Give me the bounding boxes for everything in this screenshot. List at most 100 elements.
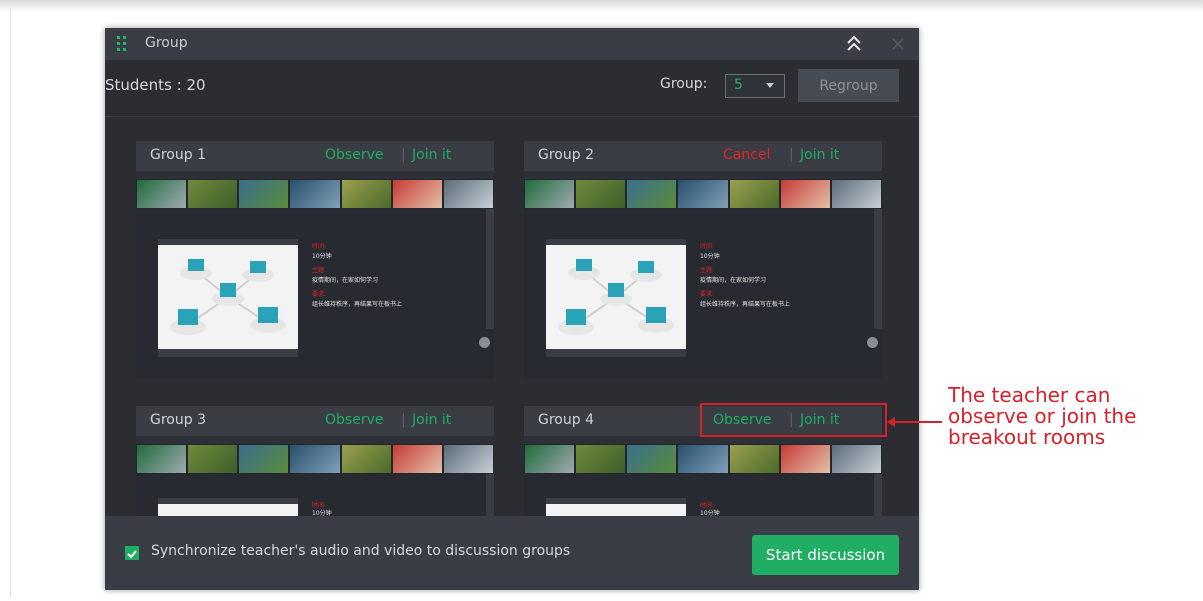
annotation-arrow-line (890, 421, 942, 423)
room-preview: 时间: 10分钟 (524, 474, 882, 517)
room-preview: 时间: 10分钟 主题: 疫情期间，在家如何学习 要求: 组长维持秩序，再结果写在板书上 (136, 209, 494, 379)
participant-thumbnail (341, 445, 391, 473)
preview-toolbar (136, 171, 494, 179)
group-card: Group 2 Cancel | Join it 时间: 10分钟主题: 疫情期间，… (524, 141, 882, 379)
preview-note: 要求: (312, 291, 327, 298)
participant-thumbnail (678, 180, 728, 208)
participant-thumbnails (524, 444, 882, 474)
annotation-line: breakout rooms (948, 425, 1106, 449)
participant-thumbnail (525, 180, 575, 208)
participant-thumbnail (239, 180, 289, 208)
group-name: Group 1 (150, 147, 206, 163)
preview-tool-strip (486, 209, 494, 329)
slide-title-bar (158, 498, 298, 504)
participant-thumbnail (392, 180, 442, 208)
action-separator: | (401, 147, 406, 163)
participant-thumbnail (290, 180, 340, 208)
participant-thumbnail (392, 445, 442, 473)
annotation-line: The teacher can (948, 383, 1111, 407)
participant-thumbnail (137, 445, 187, 473)
annotation-line: observe or join the (948, 404, 1137, 428)
preview-note: 组长维持秩序，再结果写在板书上 (700, 301, 791, 308)
microphone-icon (867, 337, 878, 348)
close-icon[interactable] (889, 34, 907, 54)
preview-toolbar (524, 171, 882, 179)
group-card-header: Group 2 Cancel | Join it (524, 141, 882, 171)
sync-label: Synchronize teacher's audio and video to… (151, 543, 571, 559)
cancel-button[interactable]: Cancel (723, 147, 770, 163)
slide-footer (158, 349, 298, 357)
preview-note: 时间: (312, 243, 327, 250)
group-name: Group 4 (538, 412, 594, 428)
preview-tool-strip (874, 474, 882, 516)
preview-note: 疫情期间，在家如何学习 (312, 277, 379, 284)
participant-thumbnail (627, 180, 677, 208)
preview-tool-strip (486, 474, 494, 516)
page-left-border (10, 8, 11, 598)
microphone-icon (479, 337, 490, 348)
participant-thumbnail (729, 445, 779, 473)
participant-thumbnail (576, 445, 626, 473)
participant-thumbnail (188, 445, 238, 473)
preview-note: 组长维持秩序，再结果写在板书上 (312, 301, 403, 308)
participant-thumbnail (290, 445, 340, 473)
participant-thumbnail (780, 180, 830, 208)
arrow-head-icon (887, 417, 895, 427)
preview-note: 10分钟 (700, 253, 720, 260)
slide-footer (546, 349, 686, 357)
participant-thumbnail (137, 180, 187, 208)
participant-thumbnail (525, 445, 575, 473)
group-card: Group 1 Observe | Join it 时间: 10分钟 主题: 疫情期间… (136, 141, 494, 379)
window-title: Group (145, 35, 188, 51)
preview-note: 时间: (700, 243, 715, 250)
preview-note: 10分钟 (312, 253, 332, 260)
group-card: Group 3 Observe | Join it 时间: 10分钟 (136, 406, 494, 517)
participant-thumbnail (780, 445, 830, 473)
join-button[interactable]: Join it (800, 147, 839, 163)
shared-slide (546, 239, 686, 357)
preview-note: 要求: (700, 291, 715, 298)
highlight-box (700, 403, 887, 437)
start-discussion-button[interactable]: Start discussion (752, 535, 899, 575)
collapse-icon[interactable] (845, 34, 863, 54)
join-button[interactable]: Join it (412, 412, 451, 428)
preview-tool-strip (874, 209, 882, 329)
title-bar[interactable]: Group (105, 28, 919, 60)
participant-thumbnail (678, 445, 728, 473)
students-value: 20 (186, 76, 206, 94)
observe-button[interactable]: Observe (325, 412, 383, 428)
participant-thumbnail (443, 445, 493, 473)
preview-note: 主题: (700, 267, 715, 274)
action-separator: | (401, 412, 406, 428)
room-preview: 时间: 10分钟主题: 疫情期间，在家如何学习 要求: 组长维持秩序，再结果写在板书上 (524, 209, 882, 379)
students-count: Students : 20 (105, 76, 206, 94)
preview-toolbar (524, 436, 882, 444)
participant-thumbnail (831, 180, 881, 208)
participant-thumbnail (443, 180, 493, 208)
join-button[interactable]: Join it (412, 147, 451, 163)
participant-thumbnail (188, 180, 238, 208)
divider (105, 116, 919, 117)
drag-grip-icon[interactable] (117, 36, 129, 52)
participant-thumbnails (136, 179, 494, 209)
annotation-text: The teacher can observe or join the brea… (948, 385, 1198, 448)
room-preview: 时间: 10分钟 (136, 474, 494, 517)
dropdown-arrow-icon (766, 83, 774, 88)
group-count-select[interactable]: 5 (725, 74, 785, 98)
participant-thumbnail (627, 445, 677, 473)
observe-button[interactable]: Observe (325, 147, 383, 163)
students-label: Students : (105, 76, 187, 94)
participant-thumbnail (341, 180, 391, 208)
participant-thumbnails (524, 179, 882, 209)
group-card-header: Group 1 Observe | Join it (136, 141, 494, 171)
network-people-image (170, 259, 286, 335)
preview-note: 疫情期间，在家如何学习 (700, 277, 767, 284)
group-name: Group 3 (150, 412, 206, 428)
sync-checkbox[interactable] (125, 546, 139, 560)
participant-thumbnail (729, 180, 779, 208)
network-people-image (558, 259, 674, 335)
shared-slide (158, 498, 298, 516)
shared-slide (546, 498, 686, 516)
regroup-button[interactable]: Regroup (798, 69, 899, 102)
group-count-label: Group: (660, 76, 708, 92)
